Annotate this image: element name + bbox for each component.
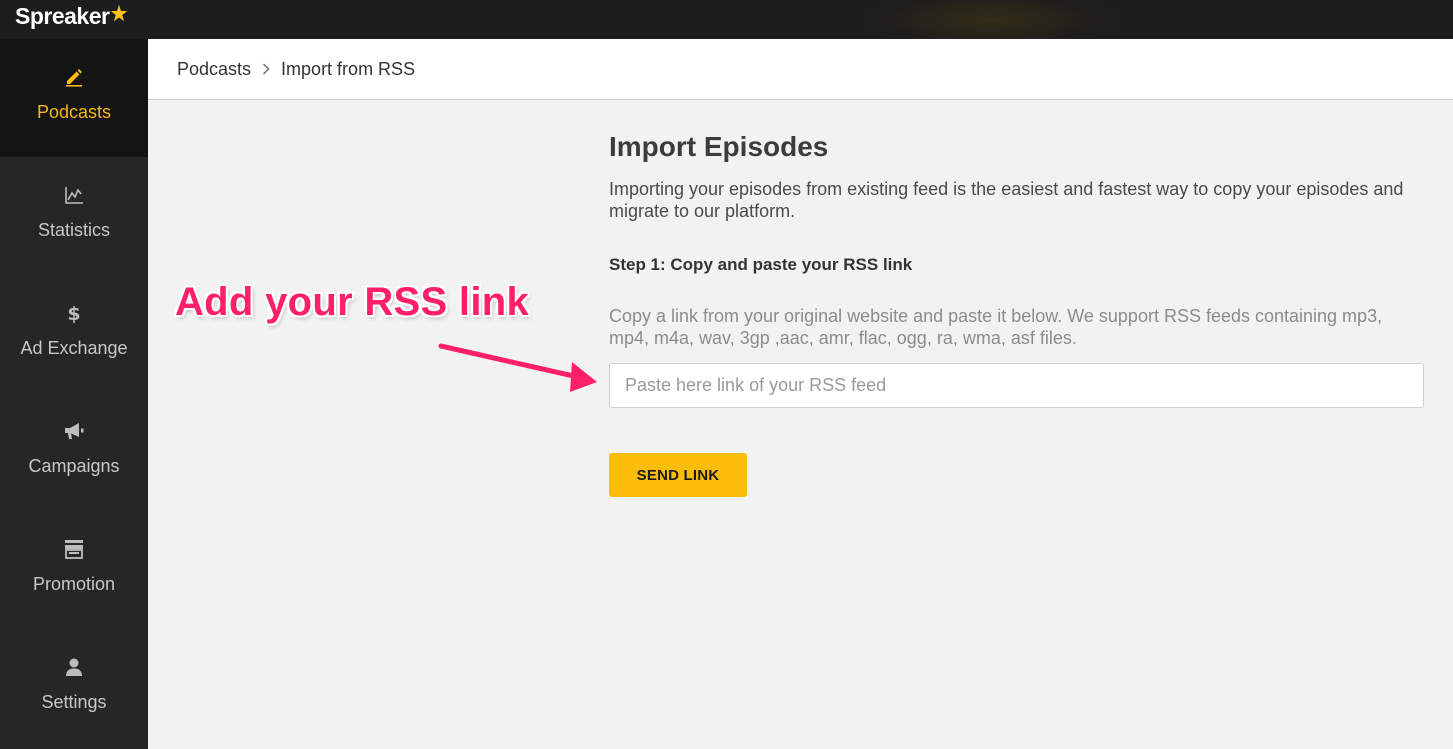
sidebar-item-label: Ad Exchange xyxy=(20,338,128,358)
hint-text: Copy a link from your original website a… xyxy=(609,306,1383,348)
sidebar-item-statistics[interactable]: Statistics xyxy=(0,157,148,275)
logo-text: Spreaker xyxy=(15,3,110,29)
page-title: Import Episodes xyxy=(609,131,829,162)
intro-text: Importing your episodes from existing fe… xyxy=(609,179,1404,221)
sidebar-item-ad-exchange[interactable]: $ Ad Exchange xyxy=(0,275,148,393)
sidebar-item-label: Settings xyxy=(41,692,107,712)
sidebar-item-promotion[interactable]: Promotion xyxy=(0,511,148,629)
megaphone-icon xyxy=(63,420,85,442)
annotation-label: Add your RSS link xyxy=(175,280,530,324)
breadcrumb-podcasts-link[interactable]: Podcasts xyxy=(177,59,251,80)
breadcrumb-current: Import from RSS xyxy=(281,58,416,79)
storefront-icon xyxy=(63,538,85,560)
star-icon xyxy=(111,4,128,21)
sidebar-item-label: Statistics xyxy=(37,220,111,240)
line-chart-icon xyxy=(63,184,85,206)
user-icon xyxy=(63,656,85,678)
step-label: Step 1: Copy and paste your RSS link xyxy=(609,255,913,274)
chevron-right-icon xyxy=(262,63,270,75)
header-glow xyxy=(860,0,1120,39)
breadcrumb: Podcasts Import from RSS xyxy=(148,39,1453,100)
sidebar: Podcasts Statistics $ Ad Exchange Campai… xyxy=(0,39,148,749)
sidebar-item-label: Promotion xyxy=(32,574,116,594)
dollar-icon: $ xyxy=(63,302,85,324)
svg-text:$: $ xyxy=(67,303,80,324)
send-link-button[interactable]: SEND LINK xyxy=(609,453,747,497)
spreaker-logo[interactable]: Spreaker xyxy=(15,3,128,30)
sidebar-item-label: Podcasts xyxy=(36,102,112,122)
top-bar: Spreaker xyxy=(0,0,1453,39)
sidebar-item-label: Campaigns xyxy=(28,456,120,476)
rss-link-input[interactable] xyxy=(609,363,1424,408)
main-area: Podcasts Import from RSS Import Episodes… xyxy=(148,39,1453,749)
sidebar-item-campaigns[interactable]: Campaigns xyxy=(0,393,148,511)
sidebar-item-podcasts[interactable]: Podcasts xyxy=(0,39,148,157)
sidebar-item-settings[interactable]: Settings xyxy=(0,629,148,747)
import-form: Import Episodes Importing your episodes … xyxy=(609,131,1429,497)
pencil-icon xyxy=(63,66,85,88)
